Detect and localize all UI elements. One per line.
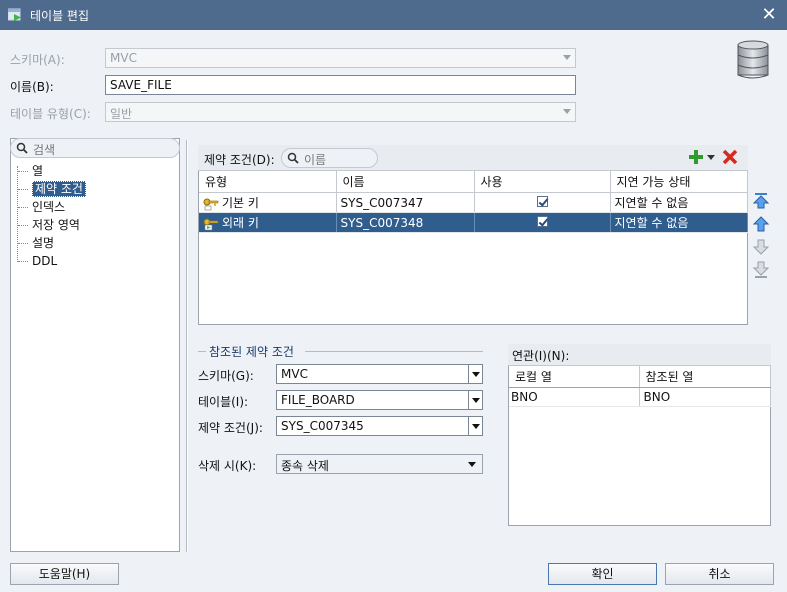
edit-table-dialog: 테이블 편집 ✕ 스키마(A): MVC 이름(B): SAVE_FILE 테이… [0, 0, 787, 592]
move-down-icon[interactable] [752, 238, 770, 256]
ref-schema-combo[interactable]: MVC [276, 364, 483, 384]
deferrable-cell: 지연할 수 없음 [610, 192, 748, 213]
add-icon[interactable] [688, 149, 704, 165]
chevron-down-icon [468, 462, 476, 467]
chevron-down-icon[interactable] [468, 365, 482, 383]
primary-key-icon [203, 198, 219, 210]
local-column-cell: BNO [509, 387, 640, 407]
column-header[interactable]: 사용 [474, 171, 611, 193]
section-rule [198, 351, 206, 352]
move-up-icon[interactable] [752, 215, 770, 233]
name-cell: SYS_C007347 [336, 192, 475, 213]
ref-schema-label: 스키마(G): [198, 369, 254, 383]
constraints-header-row: 유형 이름 사용 지연 가능 상태 [199, 171, 748, 193]
tree-item-indexes[interactable]: 인덱스 [10, 198, 180, 216]
cancel-button[interactable]: 취소 [665, 563, 774, 585]
table-type-label: 테이블 유형(C): [10, 107, 91, 121]
search-icon [16, 142, 28, 154]
tree-item-columns[interactable]: 열 [10, 162, 180, 180]
chevron-down-icon[interactable] [468, 417, 482, 435]
enabled-cell [474, 192, 611, 213]
name-field[interactable]: SAVE_FILE [105, 75, 576, 95]
association-table: 로컬 열 참조된 열 BNO BNO [509, 366, 771, 407]
constraints-toolbar: 제약 조건(D): 이름 [198, 145, 748, 171]
referenced-constraint-title: 참조된 제약 조건 [209, 345, 294, 359]
chevron-down-icon[interactable] [468, 391, 482, 409]
constraints-label: 제약 조건(D): [204, 153, 275, 167]
on-delete-value: 종속 삭제 [281, 459, 329, 473]
tree-item-constraints[interactable]: 제약 조건 [10, 180, 180, 198]
enabled-checkbox[interactable] [536, 195, 548, 207]
column-header[interactable]: 지연 가능 상태 [610, 171, 748, 193]
foreign-key-icon [203, 218, 219, 230]
name-value: SAVE_FILE [110, 78, 172, 92]
type-cell: 기본 키 [199, 192, 337, 213]
tree-item-ddl[interactable]: DDL [10, 252, 180, 270]
deferrable-cell: 지연할 수 없음 [610, 212, 748, 233]
search-icon [287, 152, 299, 164]
add-dropdown-icon[interactable] [707, 155, 715, 160]
name-label: 이름(B): [10, 80, 54, 94]
window-title: 테이블 편집 [30, 9, 90, 23]
panel-divider[interactable] [186, 140, 188, 552]
section-rule [305, 351, 483, 352]
ref-table-label: 테이블(I): [198, 395, 249, 409]
database-icon [737, 40, 769, 79]
move-top-icon[interactable] [752, 192, 770, 210]
schema-value: MVC [110, 51, 137, 65]
title-bar: 테이블 편집 ✕ [0, 0, 787, 30]
constraints-table: 유형 이름 사용 지연 가능 상태 기본 키 SYS_C007347 지연할 수… [199, 171, 748, 233]
on-delete-combo[interactable]: 종속 삭제 [276, 454, 483, 474]
referenced-column-cell: BNO [639, 387, 771, 407]
schema-label: 스키마(A): [10, 53, 65, 67]
table-row[interactable]: BNO BNO [509, 387, 771, 407]
column-header[interactable]: 이름 [336, 171, 475, 193]
move-bottom-icon[interactable] [752, 261, 770, 279]
table-row[interactable]: 외래 키 SYS_C007348 지연할 수 없음 [199, 212, 748, 233]
name-cell: SYS_C007348 [336, 212, 475, 233]
close-icon[interactable]: ✕ [759, 5, 779, 25]
delete-icon[interactable] [722, 149, 738, 165]
ref-schema-value: MVC [281, 367, 308, 381]
ref-table-value: FILE_BOARD [281, 393, 355, 407]
type-cell: 외래 키 [199, 212, 337, 233]
table-type-combo[interactable]: 일반 [105, 102, 576, 122]
enabled-checkbox[interactable] [536, 215, 548, 227]
tree-item-storage[interactable]: 저장 영역 [10, 216, 180, 234]
column-header[interactable]: 참조된 열 [639, 366, 771, 388]
ref-table-combo[interactable]: FILE_BOARD [276, 390, 483, 410]
column-header[interactable]: 유형 [199, 171, 337, 193]
association-header-row: 로컬 열 참조된 열 [509, 366, 771, 388]
help-button[interactable]: 도움말(H) [10, 563, 119, 585]
chevron-down-icon [563, 109, 571, 114]
search-placeholder: 검색 [33, 143, 56, 157]
on-delete-label: 삭제 시(K): [198, 459, 257, 473]
ref-constraint-combo[interactable]: SYS_C007345 [276, 416, 483, 436]
chevron-down-icon [563, 55, 571, 60]
constraints-search-placeholder: 이름 [304, 153, 327, 167]
ok-button[interactable]: 확인 [548, 563, 657, 585]
association-label: 연관(I)(N): [508, 344, 771, 366]
column-header[interactable]: 로컬 열 [509, 366, 640, 388]
tree-item-comments[interactable]: 설명 [10, 234, 180, 252]
table-row[interactable]: 기본 키 SYS_C007347 지연할 수 없음 [199, 192, 748, 213]
enabled-cell [474, 212, 611, 233]
schema-combo[interactable]: MVC [105, 48, 576, 68]
constraints-search-input[interactable]: 이름 [281, 148, 378, 168]
navigation-search-input[interactable]: 검색 [10, 138, 180, 158]
table-edit-icon [8, 8, 21, 21]
table-type-value: 일반 [110, 107, 133, 121]
ref-constraint-value: SYS_C007345 [281, 419, 364, 433]
ref-constraint-label: 제약 조건(J): [198, 421, 263, 435]
navigation-tree: 열 제약 조건 인덱스 저장 영역 설명 DDL [10, 162, 180, 270]
